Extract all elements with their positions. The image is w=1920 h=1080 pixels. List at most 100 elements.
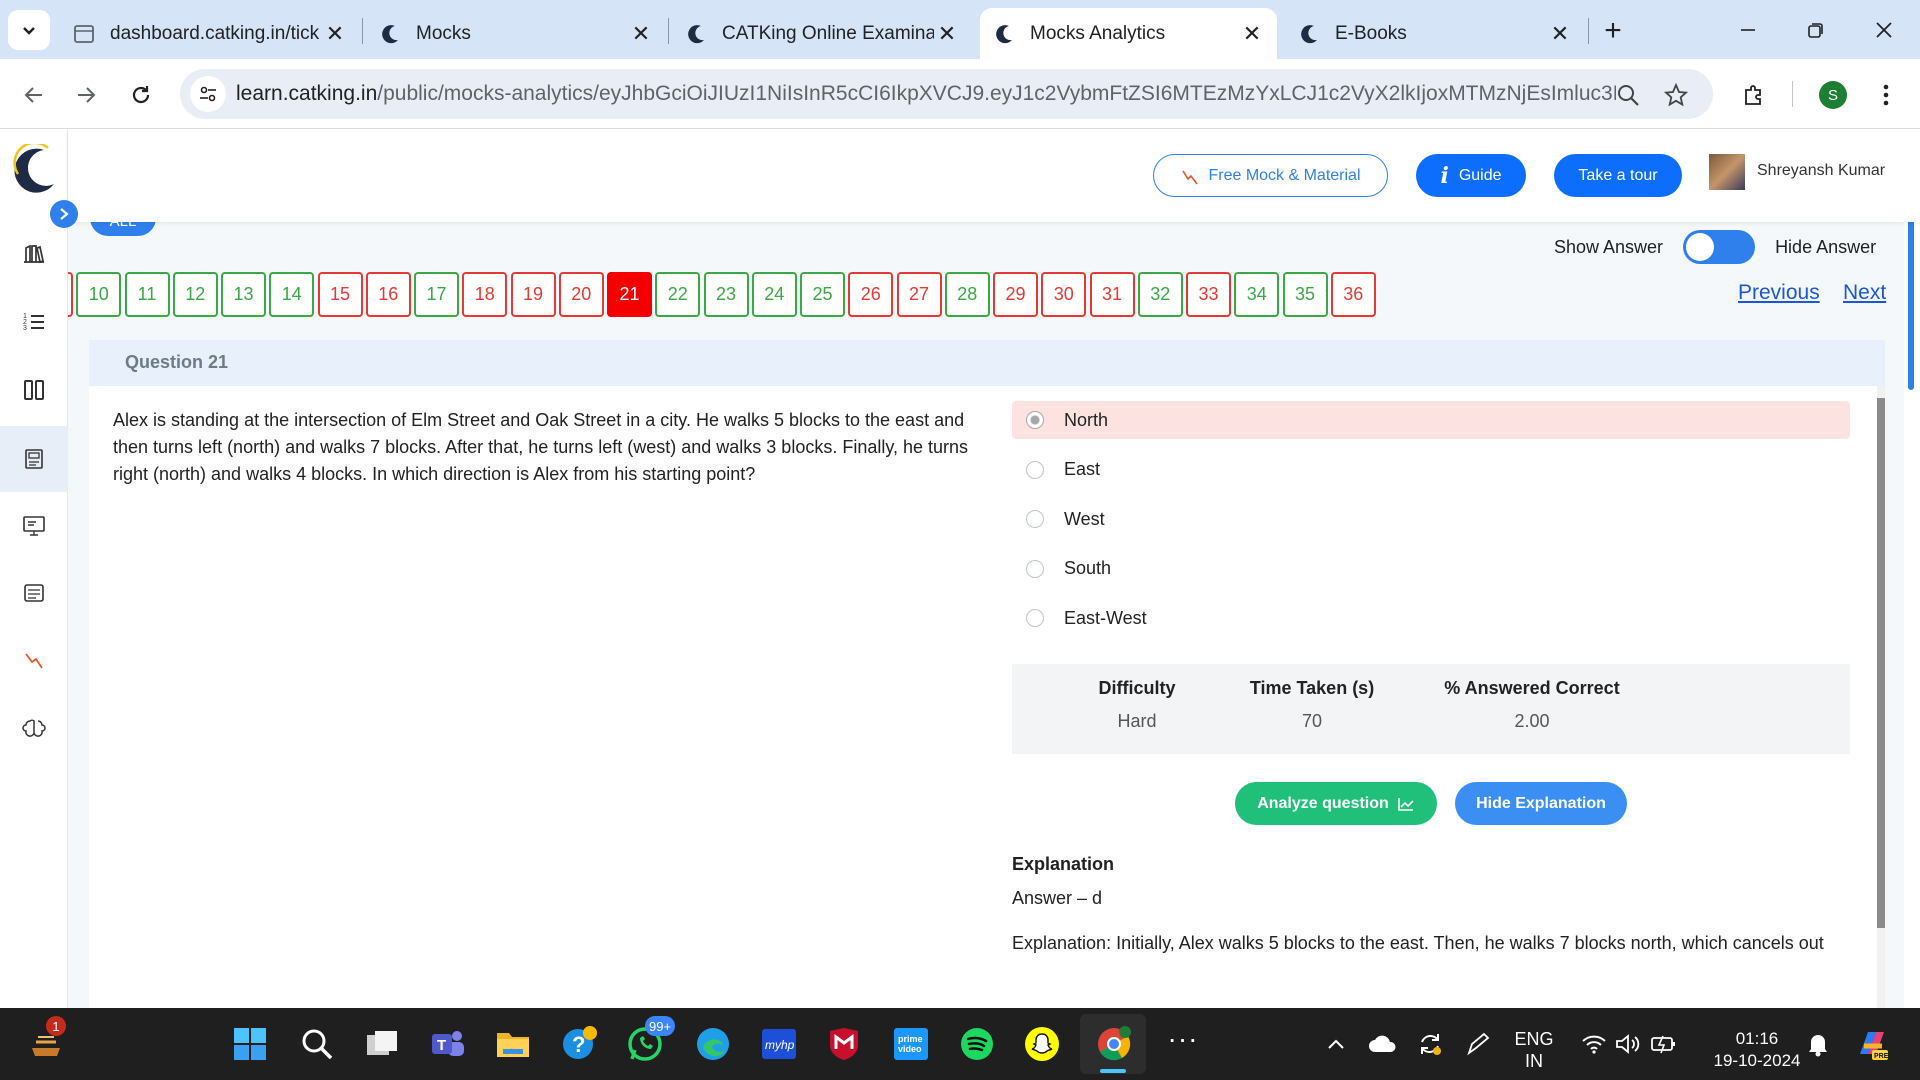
question-number-button[interactable]: 15 (317, 272, 363, 317)
spotify-button[interactable] (957, 1024, 997, 1064)
sidebar-expand-button[interactable] (50, 200, 78, 228)
site-info-button[interactable] (190, 76, 226, 112)
question-number-button[interactable]: 25 (800, 272, 845, 317)
teams-button[interactable]: T (428, 1024, 468, 1064)
analyze-question-button[interactable]: Analyze question (1235, 782, 1437, 825)
question-number-button[interactable]: 34 (1234, 272, 1280, 317)
sidebar-item-online-classes[interactable] (14, 506, 54, 546)
sidebar-item-columns[interactable] (14, 370, 54, 410)
question-number-button[interactable]: 29 (993, 272, 1038, 317)
tab-ebooks[interactable]: E-Books ✕ (1285, 8, 1585, 59)
tab-mocks-analytics[interactable]: Mocks Analytics ✕ (980, 8, 1277, 59)
more-apps-button[interactable]: ··· (1163, 1023, 1203, 1064)
scroll-thumb[interactable] (1877, 398, 1885, 928)
page-scrollbar[interactable] (1904, 130, 1920, 1008)
free-mock-material-button[interactable]: Free Mock & Material (1153, 154, 1388, 197)
option-north[interactable]: North (1012, 401, 1850, 439)
sidebar-item-ebooks[interactable] (14, 573, 54, 613)
question-number-button[interactable]: 22 (655, 272, 701, 317)
volume-button[interactable] (1608, 1024, 1648, 1064)
radio-button[interactable] (1026, 460, 1044, 479)
show-hidden-icons-button[interactable] (1316, 1024, 1356, 1064)
question-number-button[interactable]: 31 (1089, 272, 1135, 317)
question-number-button[interactable]: 13 (221, 272, 266, 317)
close-icon[interactable]: ✕ (934, 21, 960, 47)
language-indicator[interactable]: ENG IN (1506, 1028, 1562, 1072)
close-icon[interactable]: ✕ (1239, 21, 1265, 47)
back-button[interactable] (14, 75, 54, 115)
sidebar-item-books[interactable] (14, 234, 54, 274)
option-east-west[interactable]: East-West (1012, 599, 1850, 637)
file-explorer-button[interactable] (493, 1024, 533, 1064)
question-number-button[interactable]: 11 (124, 272, 170, 317)
catking-logo[interactable] (8, 141, 56, 194)
take-tour-button[interactable]: Take a tour (1554, 154, 1682, 197)
browser-menu-button[interactable] (1866, 75, 1906, 115)
option-south[interactable]: South (1012, 550, 1850, 588)
radio-button[interactable] (1026, 609, 1044, 627)
onedrive-button[interactable] (1362, 1024, 1402, 1064)
question-number-button[interactable]: 16 (365, 272, 411, 317)
radio-button[interactable] (1026, 559, 1044, 578)
tab-catking-exam[interactable]: CATKing Online Examinat ✕ (672, 8, 972, 59)
question-number-button[interactable]: 26 (848, 272, 894, 317)
chrome-button[interactable] (1094, 1024, 1134, 1064)
question-number-button[interactable]: 17 (414, 272, 459, 317)
question-number-button[interactable]: 21 (607, 272, 652, 317)
radio-button[interactable] (1026, 411, 1044, 429)
radio-button[interactable] (1026, 510, 1044, 528)
notifications-button[interactable] (1798, 1024, 1838, 1064)
question-number-button[interactable]: 19 (510, 272, 556, 317)
start-button[interactable] (230, 1024, 270, 1064)
whatsapp-button[interactable]: 99+ (625, 1016, 676, 1064)
task-view-button[interactable] (362, 1024, 402, 1064)
profile-avatar[interactable]: S (1819, 81, 1847, 109)
answer-toggle-switch[interactable] (1683, 230, 1756, 264)
option-west[interactable]: West (1012, 500, 1850, 538)
new-tab-button[interactable]: + (1596, 14, 1630, 48)
sidebar-item-list[interactable]: 123 (14, 302, 54, 342)
close-icon[interactable]: ✕ (322, 21, 348, 47)
tab-dashboard[interactable]: dashboard.catking.in/tick ✕ (60, 8, 360, 59)
question-number-button[interactable]: 20 (558, 272, 604, 317)
user-name[interactable]: Shreyansh Kumar (1757, 162, 1885, 180)
question-number-button[interactable]: 24 (751, 272, 797, 317)
extensions-button[interactable] (1734, 75, 1774, 115)
close-icon[interactable]: ✕ (1547, 21, 1573, 47)
question-number-button[interactable]: 32 (1137, 272, 1183, 317)
card-scrollbar[interactable] (1877, 386, 1885, 1008)
question-number-button[interactable]: 27 (896, 272, 942, 317)
close-icon[interactable]: ✕ (628, 21, 654, 47)
question-number-button[interactable]: 35 (1282, 272, 1328, 317)
minimize-button[interactable] (1728, 12, 1768, 48)
question-number-button[interactable]: 28 (944, 272, 990, 317)
widgets-button[interactable]: 1 (26, 1016, 66, 1064)
previous-link[interactable]: Previous (1738, 281, 1820, 305)
question-number-button[interactable]: 12 (172, 272, 218, 317)
url-text[interactable]: learn.catking.in/public/mocks-analytics/… (236, 82, 1616, 106)
bookmark-button[interactable] (1662, 81, 1690, 109)
forward-button[interactable] (66, 75, 106, 115)
myhp-button[interactable]: myhp (759, 1024, 799, 1064)
guide-button[interactable]: i Guide (1416, 154, 1526, 197)
hide-explanation-button[interactable]: Hide Explanation (1455, 782, 1627, 825)
edge-button[interactable] (693, 1024, 733, 1064)
question-number-button[interactable]: 33 (1186, 272, 1231, 317)
question-number-button[interactable]: 14 (269, 272, 315, 317)
question-number-button[interactable]: 23 (703, 272, 749, 317)
user-avatar[interactable] (1709, 154, 1745, 190)
battery-button[interactable] (1644, 1024, 1684, 1064)
close-window-button[interactable] (1864, 12, 1904, 48)
question-number-button[interactable]: 36 (1330, 272, 1376, 317)
sync-status-button[interactable] (1410, 1024, 1450, 1064)
copilot-button[interactable]: PRE (1852, 1024, 1892, 1064)
next-link[interactable]: Next (1843, 281, 1886, 305)
sidebar-item-workshop[interactable] (14, 708, 54, 748)
sidebar-item-analytics[interactable] (14, 439, 54, 479)
sidebar-item-free-material[interactable] (14, 641, 54, 681)
question-number-button[interactable]: 9 (68, 272, 73, 317)
mcafee-button[interactable] (824, 1024, 864, 1064)
question-number-button[interactable]: 30 (1041, 272, 1087, 317)
search-button[interactable] (297, 1024, 337, 1064)
question-number-button[interactable]: 10 (76, 272, 122, 317)
